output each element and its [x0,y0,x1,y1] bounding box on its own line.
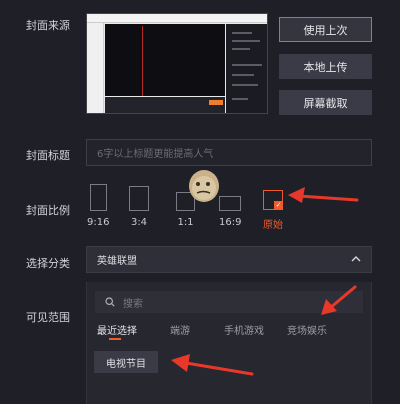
ratio-original-label: 原始 [263,220,283,231]
local-upload-button[interactable]: 本地上传 [279,54,372,79]
annotation-arrow-icon [321,285,357,315]
cover-title-label: 封面标题 [26,149,70,162]
annotation-arrow-icon [288,187,359,203]
chevron-up-icon[interactable] [351,255,361,263]
annotation-arrow-icon [171,354,254,376]
screenshot-button[interactable]: 屏幕截取 [279,90,372,115]
preview-controls [105,97,225,113]
search-placeholder: 搜索 [123,298,143,310]
mascot-sticker-icon [189,170,219,202]
cover-source-label: 封面来源 [26,19,70,32]
ratio-3-4-shape [129,186,149,211]
cover-ratio-label: 封面比例 [26,204,70,217]
cover-preview [86,13,268,114]
ratio-9-16-shape [89,184,107,211]
preview-marker [142,26,143,96]
ratio-16-9-label: 16:9 [219,217,242,228]
preview-titlebar [87,14,267,23]
active-tab-indicator [109,338,121,340]
cover-title-input[interactable]: 6字以上标题更能提高人气 [86,139,372,166]
ratio-option-3-4[interactable]: 3:4 [129,186,149,228]
preview-video-area [105,24,225,96]
tab-entertainment[interactable]: 竞场娱乐 [287,322,327,337]
preview-right-panel [226,24,267,113]
ratio-option-16-9[interactable]: 16:9 [219,196,241,228]
tab-pc-games[interactable]: 端游 [170,322,190,337]
check-icon: ✓ [274,201,283,210]
visibility-label: 可见范围 [26,311,70,324]
preview-orange-button [209,100,223,105]
category-select[interactable]: 英雄联盟 [86,246,372,273]
ratio-3-4-label: 3:4 [130,217,148,228]
tab-recent[interactable]: 最近选择 [97,322,137,337]
category-label: 选择分类 [26,257,70,270]
ratio-original-shape: ✓ [263,190,283,210]
preview-sidebar [87,23,104,113]
search-icon [105,297,115,307]
tab-mobile-games[interactable]: 手机游戏 [224,322,264,337]
ratio-1-1-label: 1:1 [177,217,194,228]
use-last-button[interactable]: 使用上次 [279,17,372,42]
ratio-16-9-shape [219,196,242,211]
ratio-9-16-label: 9:16 [87,217,110,228]
chip-tv-program[interactable]: 电视节目 [94,351,158,373]
category-selected-value: 英雄联盟 [97,256,137,267]
ratio-option-original[interactable]: ✓ 原始 [263,190,283,231]
ratio-option-9-16[interactable]: 9:16 [87,184,109,228]
